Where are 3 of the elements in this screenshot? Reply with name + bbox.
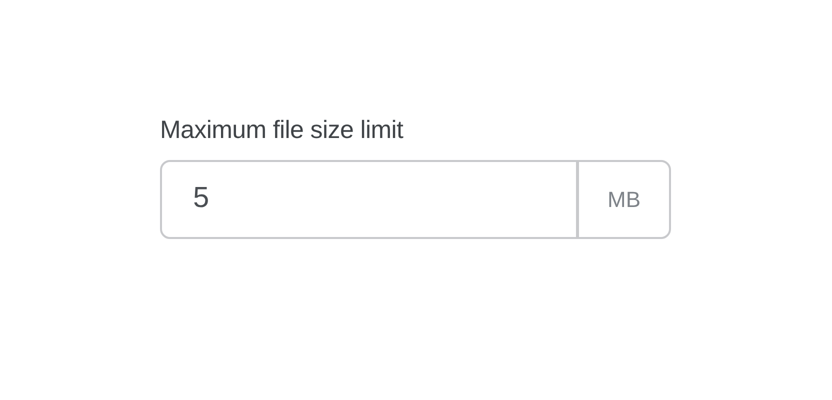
field-label: Maximum file size limit — [160, 115, 404, 146]
unit-label: MB — [577, 160, 671, 238]
file-size-input[interactable]: 5 — [160, 160, 578, 238]
